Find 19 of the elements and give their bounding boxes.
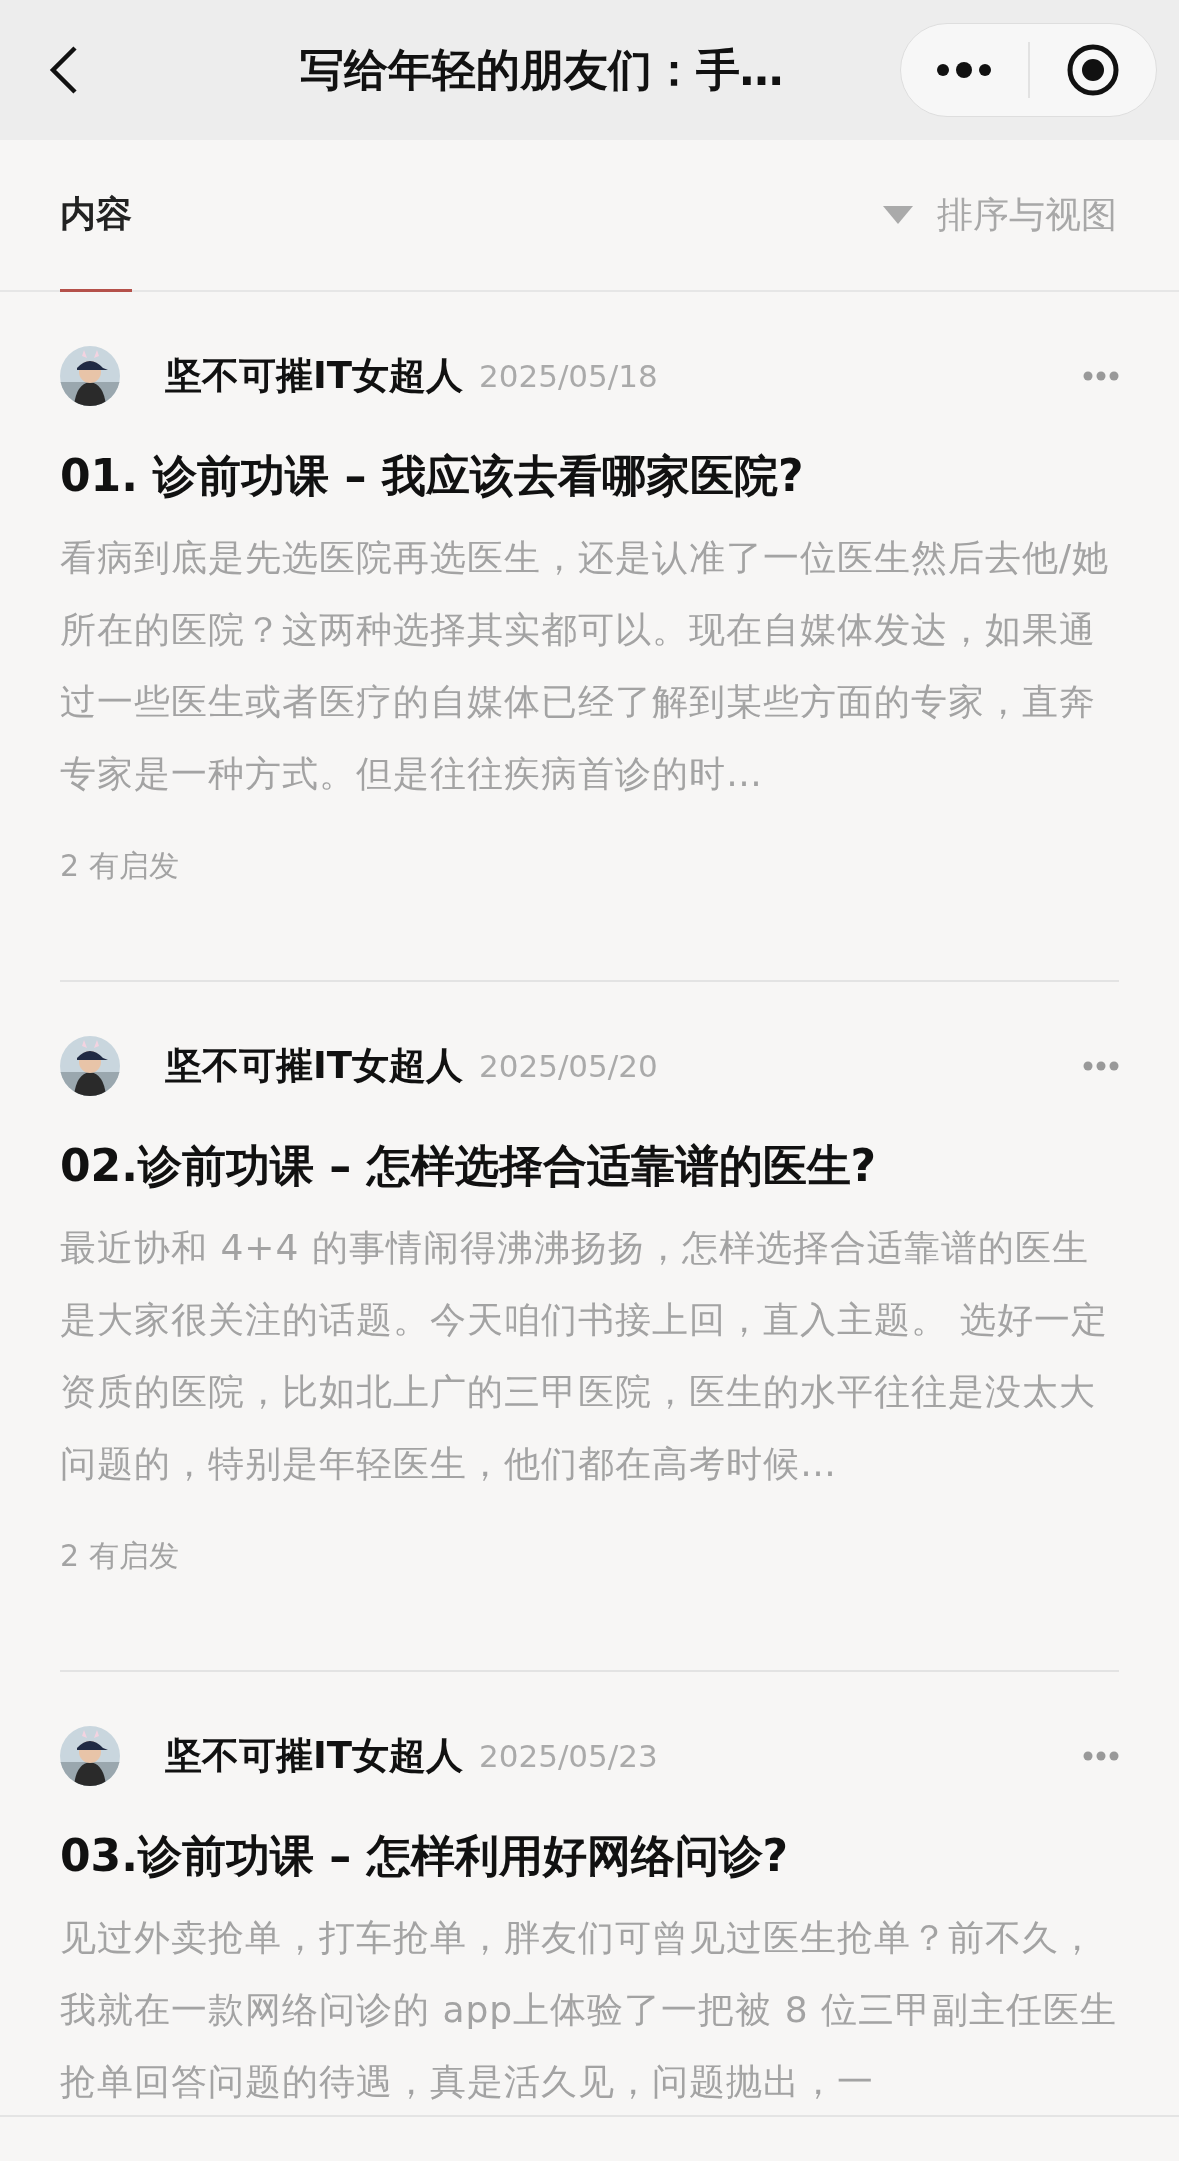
page-title: 写给年轻的朋友们：手… <box>298 42 785 97</box>
article-title[interactable]: 01. 诊前功课 – 我应该去看哪家医院? <box>60 446 1119 506</box>
post-date: 2025/05/23 <box>479 1738 659 1774</box>
article-excerpt: 见过外卖抢单，打车抢单，胖友们可曾见过医生抢单？前不久，我就在一款网络问诊的 app上体验了一把被 8 位三甲副主任医生抢单回答问题的待遇，真是活久见，问题抛出，一 <box>60 1916 1118 2104</box>
article-title[interactable]: 02.诊前功课 – 怎样选择合适靠谱的医生? <box>60 1136 1119 1196</box>
post-date: 2025/05/18 <box>479 358 659 394</box>
author-name: 坚不可摧IT女超人 <box>165 1043 463 1089</box>
article-excerpt: 最近协和 4+4 的事情闹得沸沸扬扬，怎样选择合适靠谱的医生是大家很关注的话题。今天咱们书接上回，直入主题。 选好一定资质的医院，比如北上广的三甲医院，医生的水平往往是没太大问题的，特别是年轻医生，他们都在高考时候… <box>60 1226 1110 1486</box>
reaction-count: 2 有启发 <box>60 847 180 885</box>
author-name: 坚不可摧IT女超人 <box>165 353 463 399</box>
article-excerpt: 看病到底是先选医院再选医生，还是认准了一位医生然后去他/她所在的医院？这两种选择其实都可以。现在自媒体发达，如果通过一些医生或者医疗的自媒体已经了解到某些方面的专家，直奔专家是一种方式。但是往往疾病首诊的时… <box>60 536 1111 796</box>
reaction-count: 2 有启发 <box>60 1537 180 1575</box>
author-name: 坚不可摧IT女超人 <box>165 1733 463 1779</box>
more-icon[interactable] <box>936 60 993 80</box>
content-tab[interactable]: 内容 <box>60 140 132 292</box>
post-date: 2025/05/20 <box>479 1048 659 1084</box>
dropdown-icon[interactable] <box>883 206 913 224</box>
article-title[interactable]: 03.诊前功课 – 怎样利用好网络问诊? <box>60 1826 1119 1886</box>
close-target-icon[interactable] <box>1065 43 1120 97</box>
